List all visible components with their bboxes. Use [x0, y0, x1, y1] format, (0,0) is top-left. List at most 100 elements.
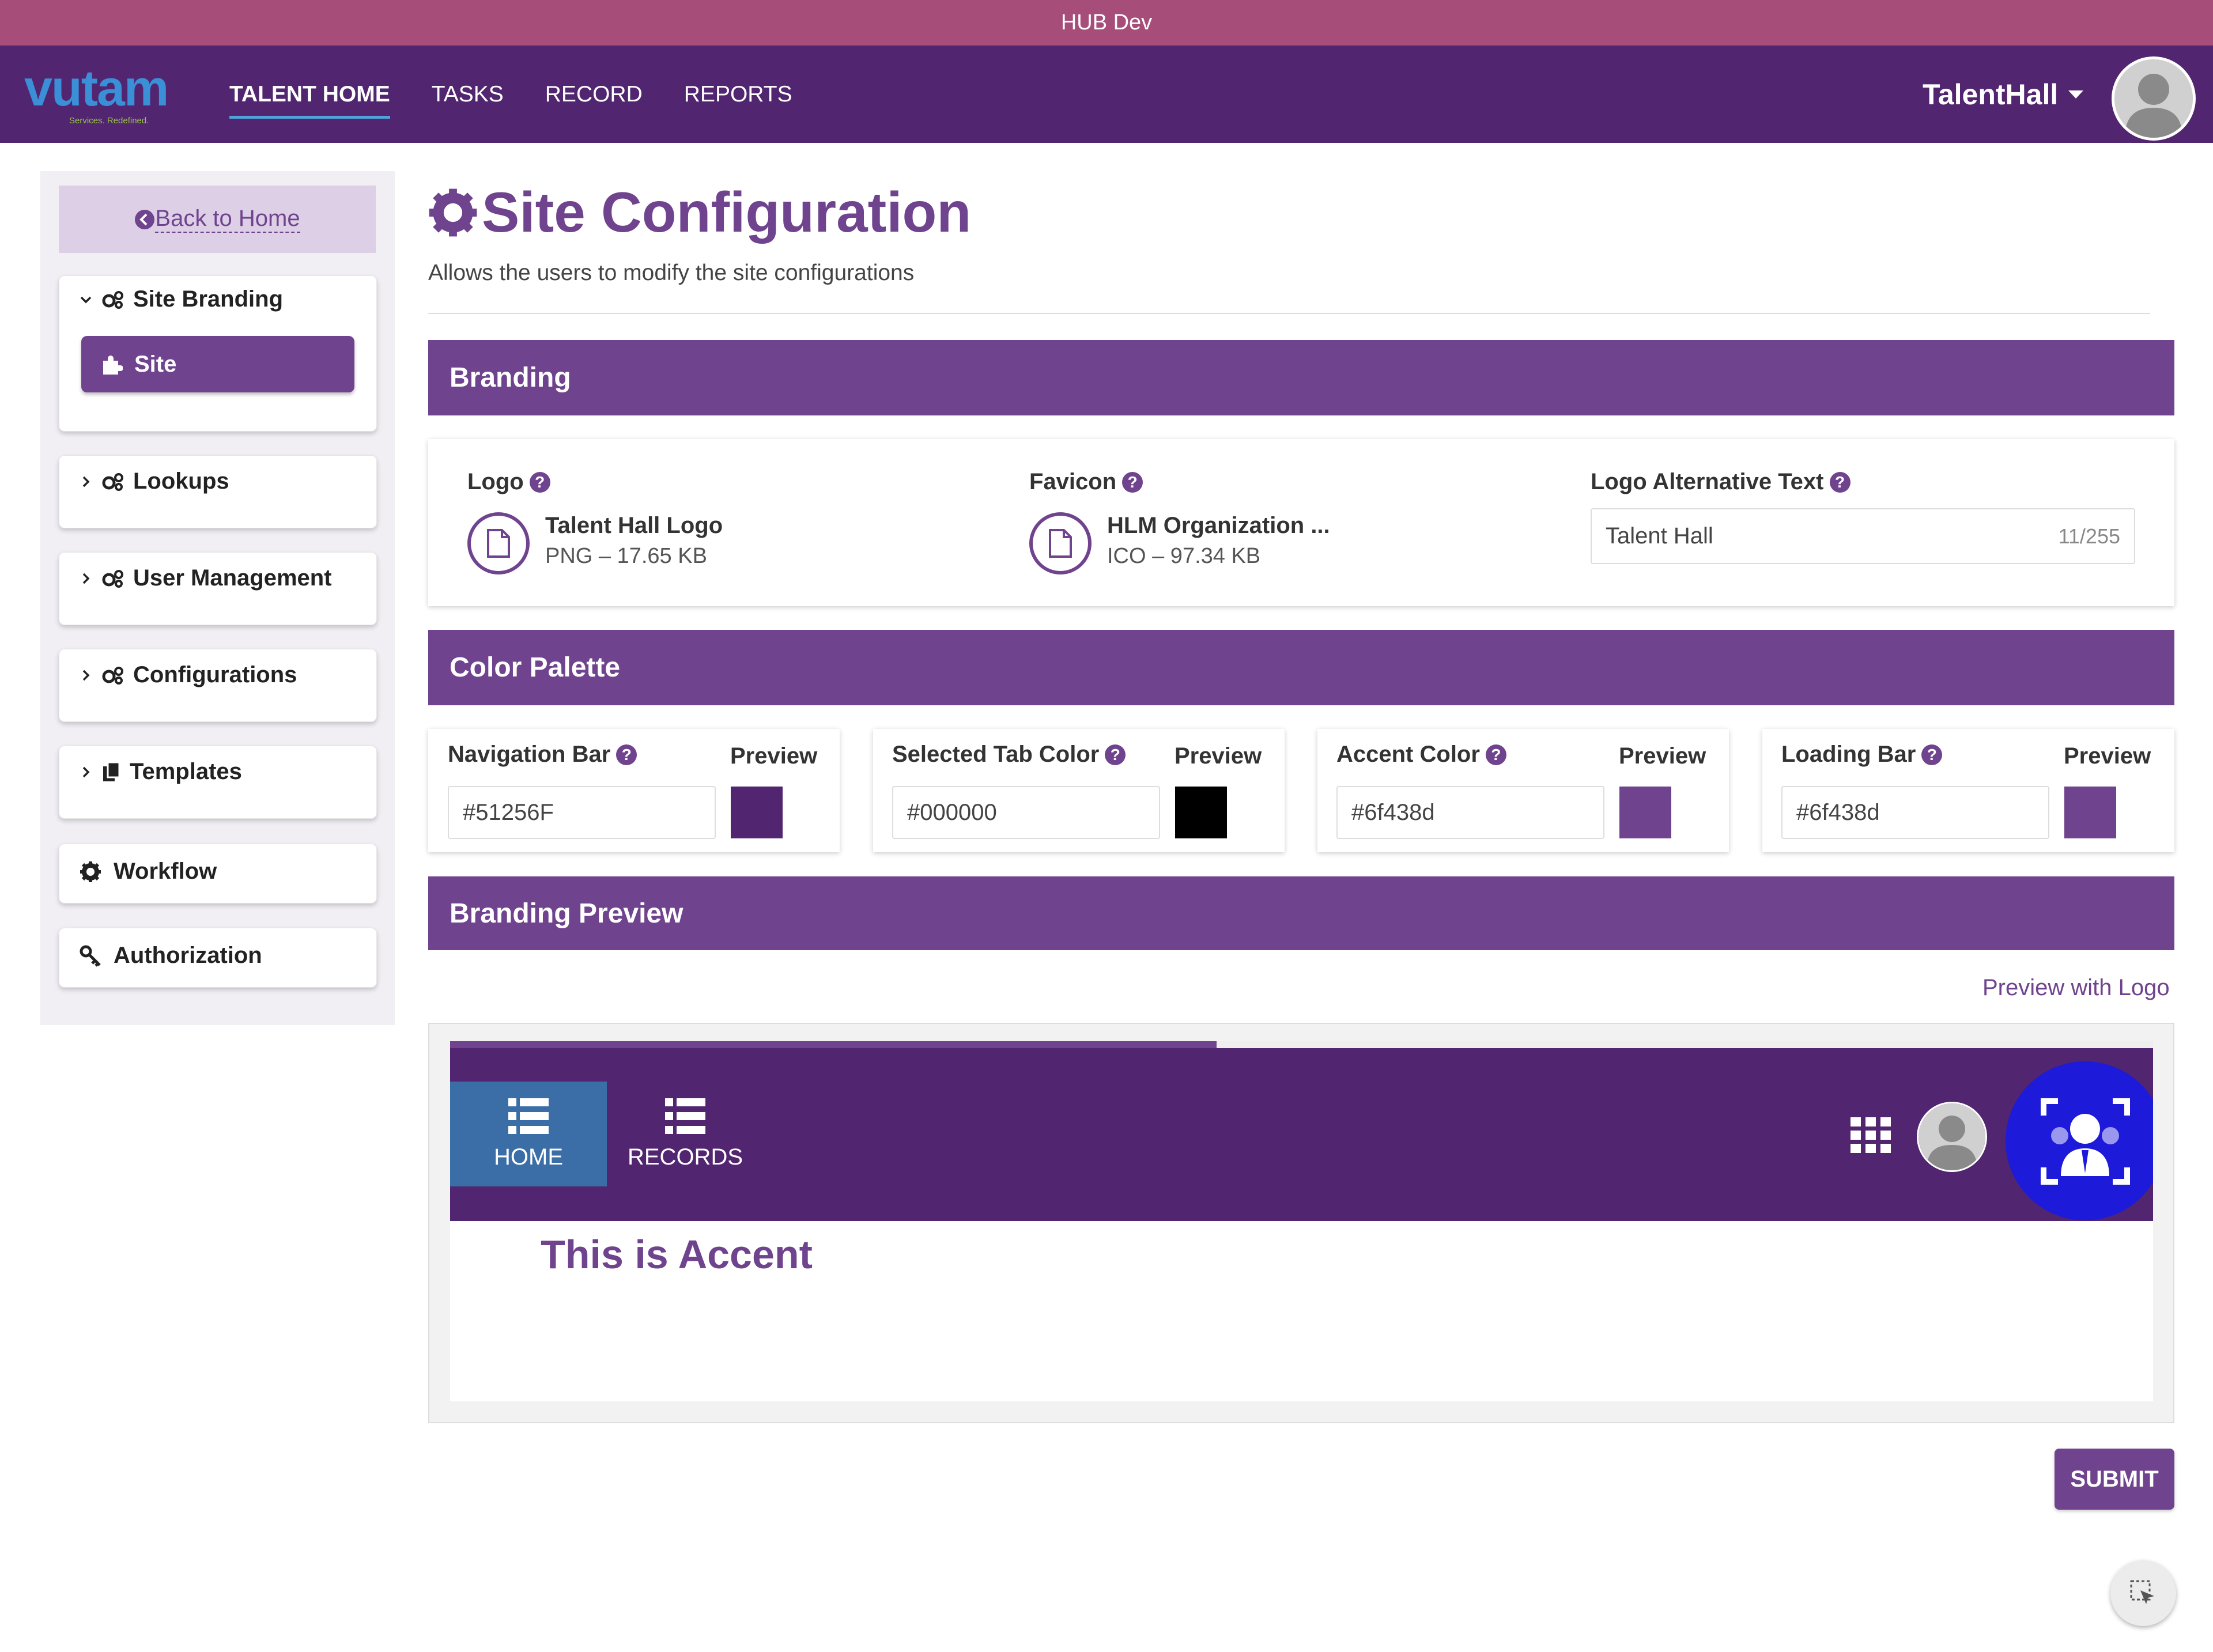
window-title-bar: HUB Dev [0, 0, 2213, 46]
nav-reports[interactable]: REPORTS [684, 77, 792, 112]
submit-button[interactable]: SUBMIT [2055, 1449, 2174, 1510]
loading-bar-color-swatch[interactable] [2064, 787, 2116, 838]
user-menu[interactable]: TalentHall [1923, 78, 2084, 111]
preview-tab-home[interactable]: HOME [450, 1082, 607, 1186]
sidebar-label-workflow: Workflow [114, 859, 217, 884]
logo-tagline: Services. Redefined. [69, 116, 149, 126]
chevron-right-icon [82, 573, 90, 584]
sidebar-label-templates: Templates [130, 759, 242, 784]
section-header-branding-preview: Branding Preview [428, 876, 2174, 950]
cogs-icon [102, 290, 123, 309]
help-icon[interactable]: ? [1485, 744, 1506, 765]
header-divider [428, 313, 2150, 314]
favicon-file-button[interactable] [1029, 512, 1092, 574]
nav-talent-home[interactable]: TALENT HOME [229, 77, 390, 119]
help-icon[interactable]: ? [1122, 471, 1143, 493]
section-header-branding: Branding [428, 340, 2174, 415]
accent-color-label: Accent Color ? [1336, 742, 1506, 768]
loading-bar-color-input[interactable]: #6f438d [1781, 786, 2049, 839]
sidebar-item-templates: Templates [79, 759, 242, 785]
preview-navigation-bar: HOME RECORDS [450, 1048, 2153, 1221]
branding-card: Logo ? Talent Hall Logo PNG – 17.65 KB F… [428, 439, 2174, 606]
sidebar-item-configurations: Configurations [79, 662, 297, 688]
favicon-file-name: HLM Organization ... [1107, 513, 1330, 538]
palette-card-selected-tab-color: Selected Tab Color ? Preview #000000 [873, 729, 1285, 852]
sidebar-item-site[interactable]: Site [81, 336, 354, 392]
selected-tab-color-value: #000000 [907, 799, 997, 825]
sidebar-item-workflow[interactable]: Workflow [59, 844, 377, 904]
cogs-icon [102, 666, 123, 685]
preview-label: Preview [1619, 743, 1706, 769]
help-icon[interactable]: ? [1105, 744, 1126, 765]
preview-tab-records[interactable]: RECORDS [607, 1082, 764, 1186]
brand-logo[interactable]: vutam Services. Redefined. [24, 59, 174, 128]
sidebar-row-authorization: Authorization [79, 943, 262, 969]
section-header-color-palette: Color Palette [428, 630, 2174, 705]
help-icon[interactable]: ? [616, 744, 637, 765]
help-icon[interactable]: ? [1829, 471, 1851, 493]
navigation-bar-color-swatch[interactable] [731, 787, 783, 838]
favicon-label-text: Favicon [1029, 469, 1117, 494]
nav-record[interactable]: RECORD [545, 77, 643, 112]
sidebar-group-user-management[interactable]: User Management [59, 552, 377, 625]
logo-alt-text-label-text: Logo Alternative Text [1591, 469, 1824, 494]
sidebar-label-site: Site [134, 351, 177, 377]
character-counter: 11/255 [2058, 524, 2120, 548]
sidebar-group-configurations[interactable]: Configurations [59, 649, 377, 722]
help-icon[interactable]: ? [529, 471, 550, 493]
sidebar-item-authorization[interactable]: Authorization [59, 928, 377, 988]
navigation-bar-label: Navigation Bar ? [448, 742, 637, 768]
sidebar-item-user-management: User Management [79, 565, 332, 591]
selected-tab-color-input[interactable]: #000000 [892, 786, 1160, 839]
logo-alt-text-input[interactable]: Talent Hall 11/255 [1591, 508, 2135, 564]
accent-color-swatch[interactable] [1619, 787, 1671, 838]
apps-grid-icon[interactable] [1851, 1117, 1891, 1153]
key-icon [80, 945, 101, 967]
caret-down-icon [2068, 90, 2084, 99]
cogs-icon [102, 472, 123, 491]
logo-file-button[interactable] [467, 512, 530, 574]
palette-card-navigation-bar: Navigation Bar ? Preview #51256F [428, 729, 840, 852]
preview-user-avatar[interactable] [1917, 1102, 1987, 1172]
page-title-text: Site Configuration [482, 180, 972, 244]
preview-tab-records-label: RECORDS [627, 1144, 743, 1170]
sidebar-group-templates[interactable]: Templates [59, 746, 377, 819]
chevron-right-icon [82, 766, 90, 777]
chevron-down-icon [80, 296, 92, 303]
favicon-field-label: Favicon ? [1029, 469, 1143, 495]
file-icon [1049, 529, 1072, 558]
logo-label-text: Logo [467, 469, 524, 494]
user-avatar[interactable] [2112, 56, 2196, 141]
gear-icon [80, 861, 101, 882]
cursor-select-icon [2130, 1580, 2154, 1604]
main-nav: TALENT HOME TASKS RECORD REPORTS [229, 46, 792, 143]
preview-loading-bar [450, 1041, 2153, 1048]
sidebar-label-configurations: Configurations [133, 662, 297, 687]
user-name-label: TalentHall [1923, 78, 2059, 111]
cogs-icon [102, 569, 123, 588]
selected-tab-color-swatch[interactable] [1175, 787, 1227, 838]
sidebar-label-site-branding: Site Branding [133, 286, 284, 312]
page-subtitle: Allows the users to modify the site conf… [428, 260, 915, 285]
file-icon [487, 529, 510, 558]
back-to-home-button[interactable]: Back to Home [59, 186, 376, 253]
accent-color-input[interactable]: #6f438d [1336, 786, 1604, 839]
logo-file-name: Talent Hall Logo [545, 513, 723, 538]
loading-bar-label: Loading Bar ? [1781, 742, 1943, 768]
list-icon [508, 1098, 549, 1134]
copy-icon [103, 761, 120, 781]
sidebar-group-lookups[interactable]: Lookups [59, 455, 377, 528]
navigation-bar-color-input[interactable]: #51256F [448, 786, 716, 839]
sidebar-label-lookups: Lookups [133, 468, 229, 494]
preview-label: Preview [1175, 743, 1262, 769]
nav-tasks[interactable]: TASKS [432, 77, 504, 112]
preview-with-logo-link[interactable]: Preview with Logo [1982, 975, 2170, 1001]
help-icon[interactable]: ? [1921, 744, 1943, 765]
sidebar-item-site-branding[interactable]: Site Branding [79, 286, 283, 312]
floating-pointer-button[interactable] [2110, 1560, 2176, 1626]
selected-tab-color-label-text: Selected Tab Color [892, 742, 1100, 767]
settings-sidebar: Back to Home Site Branding Site Lookups … [40, 171, 395, 1025]
sidebar-row-workflow: Workflow [79, 859, 217, 884]
page-title: Site Configuration [426, 180, 971, 245]
palette-card-accent-color: Accent Color ? Preview #6f438d [1317, 729, 1729, 852]
